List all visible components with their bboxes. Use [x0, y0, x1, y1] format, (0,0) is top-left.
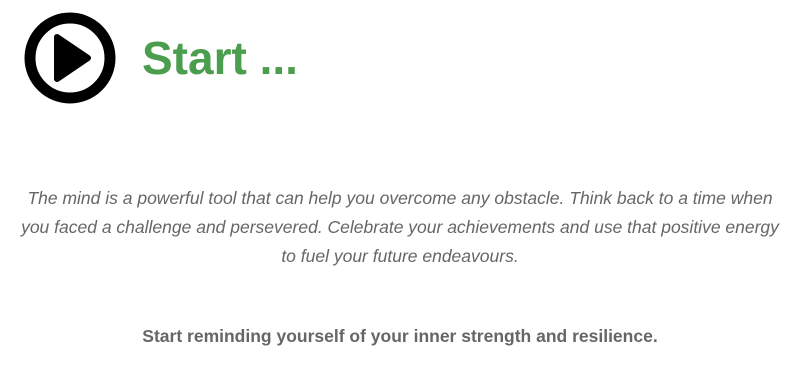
tagline: Start reminding yourself of your inner s…	[142, 326, 658, 346]
motivational-message: The mind is a powerful tool that can hel…	[21, 188, 779, 266]
page-title: Start ...	[142, 32, 298, 84]
header: Start ...	[24, 12, 298, 104]
play-icon	[24, 12, 116, 104]
